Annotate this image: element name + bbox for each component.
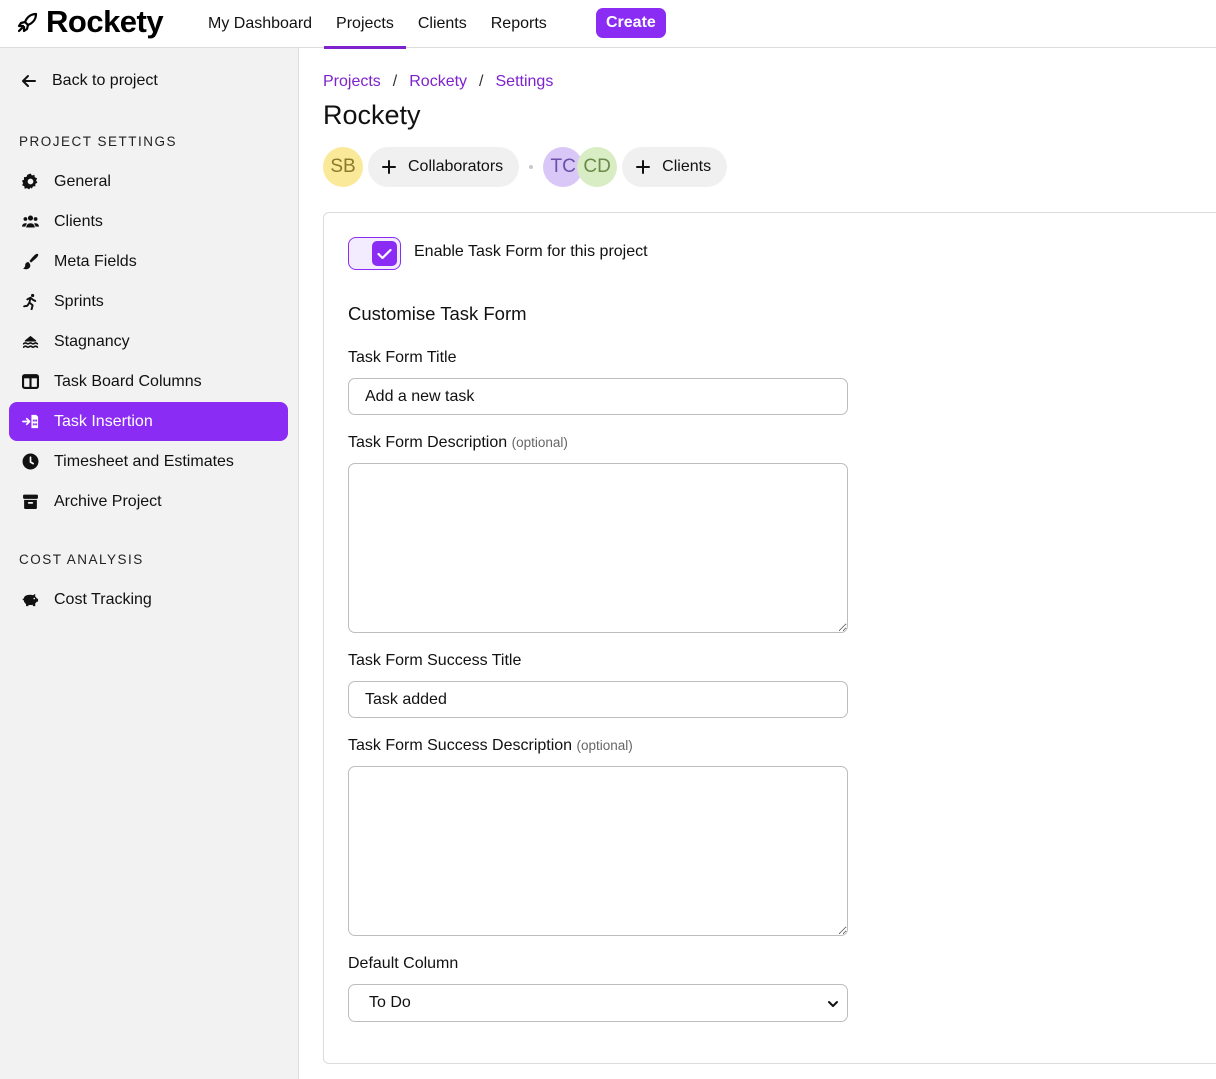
task-form-settings-card: Enable Task Form for this project Custom… xyxy=(323,212,1216,1064)
sidebar-item-meta-fields[interactable]: Meta Fields xyxy=(9,242,288,281)
breadcrumb-rockety[interactable]: Rockety xyxy=(409,73,467,91)
sidebar-item-clients[interactable]: Clients xyxy=(9,202,288,241)
sidebar-item-archive-project[interactable]: Archive Project xyxy=(9,482,288,521)
optional-hint: (optional) xyxy=(576,738,633,753)
arrow-left-icon xyxy=(22,75,36,87)
top-nav-bar: Rockety My Dashboard Projects Clients Re… xyxy=(0,0,1216,49)
default-column-label: Default Column xyxy=(348,955,459,972)
field-label-text: Task Form Description xyxy=(348,434,508,451)
project-settings-heading: PROJECT SETTINGS xyxy=(19,134,178,149)
main-content: Projects / Rockety / Settings Rockety SB… xyxy=(299,48,1216,1079)
sidebar-item-task-board-columns[interactable]: Task Board Columns xyxy=(9,362,288,401)
sidebar-item-label: Cost Tracking xyxy=(54,590,152,608)
water-icon xyxy=(21,332,40,351)
task-form-title-input[interactable] xyxy=(348,378,848,415)
sidebar-item-label: Archive Project xyxy=(54,492,162,510)
breadcrumb-separator: / xyxy=(392,73,398,90)
sidebar-item-cost-tracking[interactable]: Cost Tracking xyxy=(9,580,288,619)
back-to-project-label: Back to project xyxy=(52,72,158,89)
rocket-icon xyxy=(17,12,38,33)
add-collaborators-button[interactable]: Collaborators xyxy=(368,147,520,187)
main-nav: My Dashboard Projects Clients Reports xyxy=(196,0,559,49)
collaborator-avatar[interactable]: SB xyxy=(323,147,363,187)
task-form-success-title-label: Task Form Success Title xyxy=(348,652,522,669)
task-form-success-description-label: Task Form Success Description (optional) xyxy=(348,737,633,755)
sidebar-item-label: General xyxy=(54,172,111,190)
sidebar-item-label: Stagnancy xyxy=(54,332,130,350)
task-form-success-title-input[interactable] xyxy=(348,681,848,718)
optional-hint: (optional) xyxy=(511,435,568,450)
breadcrumb: Projects / Rockety / Settings xyxy=(323,73,553,91)
sidebar-item-label: Clients xyxy=(54,212,103,230)
task-form-description-textarea[interactable] xyxy=(348,463,848,633)
project-people-row: SB Collaborators TC CD Clients xyxy=(323,147,728,187)
sidebar-item-task-insertion[interactable]: Task Insertion xyxy=(9,402,288,441)
sidebar-item-stagnancy[interactable]: Stagnancy xyxy=(9,322,288,361)
default-column-value: To Do xyxy=(369,994,411,1011)
default-column-select[interactable]: To Do xyxy=(348,984,848,1022)
sidebar-item-label: Sprints xyxy=(54,292,104,310)
piggy-bank-icon xyxy=(21,590,40,609)
nav-reports[interactable]: Reports xyxy=(479,0,559,48)
create-button[interactable]: Create xyxy=(596,8,666,38)
app-name: Rockety xyxy=(46,4,164,39)
cost-analysis-heading: COST ANALYSIS xyxy=(19,552,144,567)
sidebar-item-label: Task Board Columns xyxy=(54,372,202,390)
field-label-text: Task Form Success Description xyxy=(348,737,573,754)
page-title: Rockety xyxy=(323,100,421,130)
enable-task-form-label: Enable Task Form for this project xyxy=(414,243,648,260)
archive-icon xyxy=(21,492,40,511)
sidebar-item-label: Task Insertion xyxy=(54,412,153,430)
nav-clients[interactable]: Clients xyxy=(406,0,479,48)
running-icon xyxy=(21,292,40,311)
add-collaborators-label: Collaborators xyxy=(408,158,504,175)
plus-icon xyxy=(636,160,651,174)
add-clients-button[interactable]: Clients xyxy=(622,147,728,187)
app-logo[interactable]: Rockety xyxy=(16,4,164,40)
enable-task-form-toggle[interactable] xyxy=(348,237,401,270)
sidebar-item-label: Meta Fields xyxy=(54,252,137,270)
back-to-project-link[interactable]: Back to project xyxy=(20,72,158,90)
add-clients-label: Clients xyxy=(662,158,712,175)
client-avatar[interactable]: CD xyxy=(577,147,618,187)
clock-icon xyxy=(21,452,40,471)
breadcrumb-projects[interactable]: Projects xyxy=(323,73,381,91)
sidebar-item-sprints[interactable]: Sprints xyxy=(9,282,288,321)
nav-my-dashboard[interactable]: My Dashboard xyxy=(196,0,324,48)
task-form-title-label: Task Form Title xyxy=(348,349,457,366)
breadcrumb-separator: / xyxy=(479,73,484,90)
task-form-description-label: Task Form Description (optional) xyxy=(348,434,568,452)
toggle-knob xyxy=(372,241,397,266)
nav-projects[interactable]: Projects xyxy=(324,0,406,49)
gear-icon xyxy=(21,172,40,191)
sidebar-item-general[interactable]: General xyxy=(9,162,288,201)
insert-icon xyxy=(21,412,40,431)
settings-sidebar: Back to project PROJECT SETTINGS General… xyxy=(0,48,299,1079)
columns-icon xyxy=(21,372,40,391)
chevron-down-icon xyxy=(828,1001,838,1007)
brush-icon xyxy=(21,252,40,271)
checkmark-icon xyxy=(377,248,392,259)
sidebar-item-timesheet-and-estimates[interactable]: Timesheet and Estimates xyxy=(9,442,288,481)
sidebar-item-label: Timesheet and Estimates xyxy=(54,452,234,470)
task-form-success-description-textarea[interactable] xyxy=(348,766,848,936)
users-icon xyxy=(21,212,40,231)
separator-dot xyxy=(529,165,534,169)
breadcrumb-settings[interactable]: Settings xyxy=(496,73,554,91)
plus-icon xyxy=(382,160,396,174)
customise-task-form-heading: Customise Task Form xyxy=(348,303,527,324)
